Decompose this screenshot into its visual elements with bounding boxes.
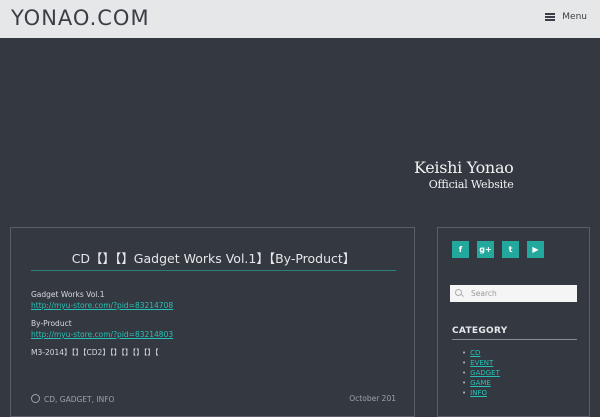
search-box — [450, 285, 577, 302]
list-item: GAME — [462, 378, 500, 388]
post-title[interactable]: CD【】【】Gadget Works Vol.1】【By-Product】 — [31, 250, 396, 268]
category-list: CD EVENT GADGET GAME INFO — [462, 348, 500, 398]
facebook-icon[interactable]: f — [452, 241, 469, 258]
menu-label: Menu — [562, 12, 587, 22]
category-link[interactable]: GADGET — [470, 369, 500, 377]
googleplus-icon[interactable]: g+ — [477, 241, 494, 258]
brand-name: Keishi Yonao — [414, 158, 514, 177]
post-item-link[interactable]: http://myu-store.com/?pid=83214708 — [31, 301, 173, 310]
category-heading: CATEGORY — [452, 326, 508, 336]
post-panel: CD【】【】Gadget Works Vol.1】【By-Product】 Ga… — [10, 227, 415, 417]
youtube-icon[interactable]: ▶ — [527, 241, 544, 258]
site-logo[interactable]: YONAO.COM — [11, 6, 150, 30]
post-note: M3-2014】【】【CD2】【】【】【】【】【 — [31, 348, 159, 357]
list-item: EVENT — [462, 358, 500, 368]
category-link[interactable]: CD — [470, 349, 480, 357]
hamburger-icon — [545, 13, 556, 21]
list-item: GADGET — [462, 368, 500, 378]
post-item-label: Gadget Works Vol.1 — [31, 290, 105, 299]
search-icon — [455, 288, 465, 299]
post-body: Gadget Works Vol.1 http://myu-store.com/… — [31, 289, 396, 365]
category-link[interactable]: INFO — [470, 389, 487, 397]
title-divider — [31, 270, 396, 271]
post-item-link[interactable]: http://myu-store.com/?pid=83214803 — [31, 330, 173, 339]
social-links: f g+ t ▶ — [452, 241, 544, 258]
post-item-label: By-Product — [31, 319, 72, 328]
top-bar: YONAO.COM Menu — [0, 0, 600, 38]
post-categories: CD, GADGET, INFO — [31, 394, 114, 404]
brand-subtitle: Official Website — [428, 178, 514, 191]
post-meta: CD, GADGET, INFO October 201 — [31, 394, 396, 404]
sidebar: f g+ t ▶ CATEGORY CD EVENT GADGET GAME I… — [437, 227, 590, 417]
brand-title: Keishi Yonao Official Website — [414, 158, 514, 192]
list-item: CD — [462, 348, 500, 358]
clock-icon — [31, 394, 40, 403]
list-item: INFO — [462, 388, 500, 398]
search-input[interactable] — [469, 288, 573, 299]
menu-button[interactable]: Menu — [545, 12, 587, 22]
post-item: By-Product http://myu-store.com/?pid=832… — [31, 318, 396, 340]
category-divider — [452, 339, 577, 340]
category-link[interactable]: GAME — [470, 379, 491, 387]
hero-banner — [0, 38, 600, 226]
post-item: Gadget Works Vol.1 http://myu-store.com/… — [31, 289, 396, 311]
category-link[interactable]: EVENT — [470, 359, 493, 367]
post-date: October 201 — [349, 394, 396, 403]
twitter-icon[interactable]: t — [502, 241, 519, 258]
